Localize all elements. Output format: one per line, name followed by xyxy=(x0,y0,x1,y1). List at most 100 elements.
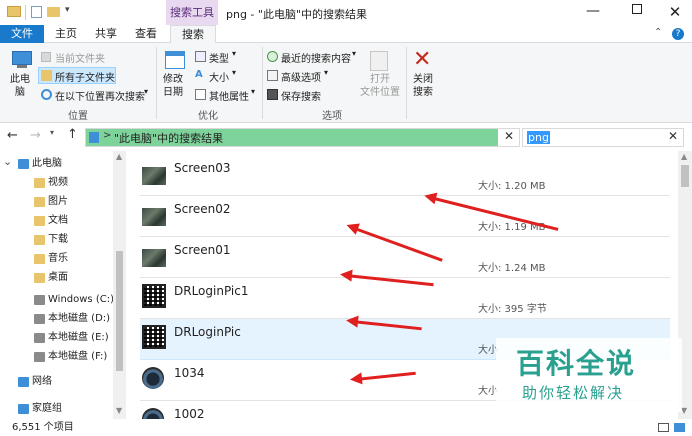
advanced-options-dropdown[interactable]: 高级选项 ▾ xyxy=(266,68,332,84)
recent-locations-icon[interactable]: ▾ xyxy=(50,128,54,137)
nav-item-11[interactable]: 网络 xyxy=(0,373,113,391)
tab-file[interactable]: 文件 xyxy=(0,25,44,43)
large-icons-view-icon[interactable] xyxy=(674,423,685,432)
maximize-button[interactable] xyxy=(622,4,652,22)
current-folder-icon xyxy=(41,52,51,62)
kind-dropdown[interactable]: 类型 ▾ xyxy=(194,49,242,65)
screenshot-thumbnail xyxy=(142,249,166,267)
file-name: 1034 xyxy=(174,366,205,380)
file-name: Screen01 xyxy=(174,243,231,257)
ribbon-collapse-icon[interactable]: ⌃ xyxy=(654,27,662,38)
minimize-button[interactable]: — xyxy=(578,4,608,22)
help-icon[interactable]: ? xyxy=(672,28,684,40)
nav-item-label: 音乐 xyxy=(48,253,68,264)
save-icon xyxy=(267,89,278,100)
recent-searches-dropdown[interactable]: 最近的搜索内容 ▾ xyxy=(266,49,360,65)
file-name: Screen02 xyxy=(174,202,231,216)
network-icon xyxy=(18,377,29,387)
qat-divider xyxy=(25,5,26,20)
up-icon[interactable]: ↑ xyxy=(67,127,78,142)
content-scroll-thumb[interactable] xyxy=(681,165,689,187)
close-button[interactable]: ✕ xyxy=(660,2,690,22)
nav-item-1[interactable]: 视频 xyxy=(0,174,113,192)
forward-icon[interactable]: → xyxy=(30,128,41,143)
properties-icon[interactable] xyxy=(31,6,42,18)
nav-item-12[interactable]: 家庭组 xyxy=(0,400,113,418)
new-folder-icon[interactable] xyxy=(47,7,60,17)
nav-item-10[interactable]: 本地磁盘 (F:) xyxy=(0,348,113,366)
file-row[interactable]: Screen02 大小: 1.19 MB xyxy=(140,196,670,237)
drive-icon xyxy=(34,333,45,343)
explorer-window: ▾ 搜索工具 png - "此电脑"中的搜索结果 — ✕ 文件 主页 共享 查看… xyxy=(0,0,692,436)
drive-icon xyxy=(34,352,45,362)
pc-icon xyxy=(18,159,29,169)
nav-scroll-thumb[interactable] xyxy=(116,251,123,371)
video-folder-icon xyxy=(34,178,45,188)
qr-code-thumbnail xyxy=(142,284,166,308)
homegroup-icon xyxy=(18,404,29,414)
search-again-button[interactable]: 在以下位置再次搜索 ▾ xyxy=(40,87,152,103)
nav-scrollbar[interactable]: ▲ ▼ xyxy=(113,151,126,419)
kind-icon xyxy=(195,51,206,62)
ribbon-tabs: 文件 主页 共享 查看 搜索 ⌃ ? xyxy=(0,25,692,44)
clear-search-icon[interactable]: ✕ xyxy=(668,129,678,143)
subfolders-icon xyxy=(41,70,52,81)
clear-address-icon[interactable]: ✕ xyxy=(504,129,514,143)
details-view-icon[interactable] xyxy=(658,423,669,432)
chevron-down-icon: ▾ xyxy=(251,87,256,96)
nav-item-label: 本地磁盘 (D:) xyxy=(48,313,111,324)
nav-item-label: Windows (C:) xyxy=(48,294,114,305)
search-box[interactable]: png ✕ xyxy=(522,128,684,147)
navigation-pane: ⌄ 此电脑视频 图片 文档 下载音乐桌面 Windows (C:) 本地磁盘 (D:) 本地磁… xyxy=(0,151,126,419)
close-search-button[interactable]: ✕ 关闭 搜索 xyxy=(410,47,440,101)
tab-search[interactable]: 搜索 xyxy=(170,25,216,44)
nav-item-label: 此电脑 xyxy=(32,158,62,169)
screenshot-thumbnail xyxy=(142,208,166,226)
screenshot-thumbnail xyxy=(142,167,166,185)
tab-home[interactable]: 主页 xyxy=(48,25,84,43)
nav-item-7[interactable]: Windows (C:) xyxy=(0,291,114,309)
other-properties-dropdown[interactable]: 其他属性 ▾ xyxy=(194,87,258,103)
file-row[interactable]: Screen03 大小: 1.20 MB xyxy=(140,155,670,196)
all-subfolders-button[interactable]: 所有子文件夹 xyxy=(38,67,116,84)
watermark-subtitle: 助你轻松解决 xyxy=(522,384,625,402)
chevron-down-icon: ▾ xyxy=(352,49,357,58)
scroll-up-icon[interactable]: ▲ xyxy=(681,152,687,161)
back-icon[interactable]: ← xyxy=(7,128,18,143)
location-group-label: 位置 xyxy=(68,111,88,122)
this-pc-label: 此电 脑 xyxy=(10,74,30,98)
modified-date-button[interactable]: 修改 日期 xyxy=(160,49,190,101)
tab-share[interactable]: 共享 xyxy=(88,25,124,43)
size-dropdown[interactable]: A 大小 ▾ xyxy=(194,68,242,84)
nav-item-0[interactable]: ⌄ 此电脑 xyxy=(0,155,113,173)
document-folder-icon xyxy=(34,216,45,226)
avatar-thumbnail xyxy=(142,408,164,419)
window-title: png - "此电脑"中的搜索结果 xyxy=(226,8,368,21)
nav-item-6[interactable]: 桌面 xyxy=(0,269,113,287)
nav-item-2[interactable]: 图片 xyxy=(0,193,113,211)
current-folder-button[interactable]: 当前文件夹 xyxy=(40,49,108,65)
file-row[interactable]: DRLoginPic1 大小: 395 字节 xyxy=(140,278,670,319)
expand-chevron-icon[interactable]: ⌄ xyxy=(3,153,12,171)
this-pc-button[interactable]: 此电 脑 xyxy=(6,49,38,101)
tab-view[interactable]: 查看 xyxy=(128,25,164,43)
nav-item-9[interactable]: 本地磁盘 (E:) xyxy=(0,329,113,347)
scroll-down-icon[interactable]: ▼ xyxy=(116,406,122,415)
address-bar[interactable]: > "此电脑"中的搜索结果 ✕ xyxy=(85,128,520,147)
qat-dropdown-icon[interactable]: ▾ xyxy=(65,5,70,15)
search-input[interactable]: png xyxy=(527,131,550,144)
file-size: 大小 xyxy=(478,386,498,397)
nav-item-3[interactable]: 文档 xyxy=(0,212,113,230)
save-search-button[interactable]: 保存搜索 xyxy=(266,87,326,103)
scroll-up-icon[interactable]: ▲ xyxy=(116,152,122,161)
search-results-icon xyxy=(89,132,99,143)
nav-item-4[interactable]: 下载 xyxy=(0,231,113,249)
item-count: 6,551 个项目 xyxy=(12,422,74,433)
download-folder-icon xyxy=(34,235,45,245)
pc-icon xyxy=(12,51,32,65)
music-folder-icon xyxy=(34,254,45,264)
refine-group-label: 优化 xyxy=(198,111,218,122)
nav-item-5[interactable]: 音乐 xyxy=(0,250,113,268)
nav-item-8[interactable]: 本地磁盘 (D:) xyxy=(0,310,113,328)
file-row[interactable]: Screen01 大小: 1.24 MB xyxy=(140,237,670,278)
